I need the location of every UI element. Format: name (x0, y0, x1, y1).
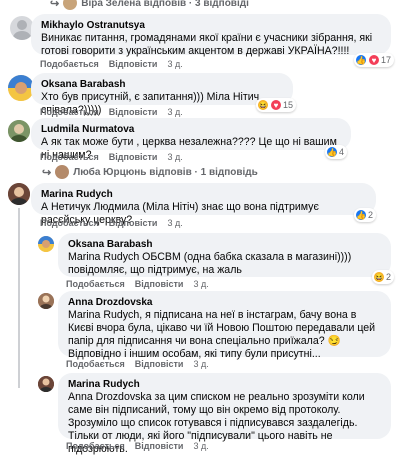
reply-button[interactable]: Відповісти (109, 59, 158, 69)
timestamp[interactable]: 3 д. (167, 152, 182, 162)
reply-button[interactable]: Відповісти (109, 218, 158, 228)
love-reaction-icon: ♥ (368, 54, 380, 66)
reaction-summary[interactable]: 👍 4 (325, 145, 348, 159)
reply-button[interactable]: Відповісти (135, 279, 184, 289)
reaction-summary[interactable]: 👍 2 (354, 208, 377, 222)
timestamp[interactable]: 3 д. (193, 359, 208, 369)
like-button[interactable]: Подобається (66, 279, 125, 289)
comment-actions: Подобається Відповісти 3 д. (40, 152, 193, 162)
comment-text: Marina Rudych ОБСВМ (одна бабка сказала … (68, 251, 352, 276)
love-reaction-icon: ♥ (270, 99, 282, 111)
thread-line (18, 208, 20, 388)
comment-author[interactable]: Ludmila Nurmatova (41, 123, 341, 136)
reply-arrow-icon: ↪ (42, 166, 52, 179)
haha-reaction-icon: 😆 (373, 271, 385, 283)
avatar[interactable] (38, 376, 54, 392)
view-replies-label: Люба Юрцюнь відповів · 1 відповідь (73, 166, 258, 178)
comment-author[interactable]: Marina Rudych (68, 378, 381, 391)
comment-author[interactable]: Marina Rudych (41, 188, 366, 201)
comment-actions: Подобається Відповісти 3 д. (66, 441, 219, 451)
view-replies-link[interactable]: ↪ Люба Юрцюнь відповів · 1 відповідь (42, 165, 258, 179)
timestamp[interactable]: 3 д. (167, 107, 182, 117)
like-button[interactable]: Подобається (40, 107, 99, 117)
reaction-count: 15 (283, 100, 294, 110)
view-replies-link[interactable]: ↪ Віра Зелена відповів · 3 відповіді (50, 0, 249, 10)
comment-actions: Подобається Відповісти 3 д. (66, 359, 219, 369)
reply-bubble: Anna Drozdovska Marina Rudych, я підписа… (58, 291, 391, 360)
comment-author[interactable]: Anna Drozdovska (68, 296, 381, 309)
like-button[interactable]: Подобається (40, 59, 99, 69)
avatar (55, 165, 70, 179)
reply-bubble: Oksana Barabash Marina Rudych ОБСВМ (одн… (58, 233, 391, 277)
reply-bubble: Marina Rudych Anna Drozdovska за цим спи… (58, 373, 391, 455)
comment-text: Marina Rudych, я підписана на неї в інст… (68, 309, 376, 360)
avatar[interactable] (8, 183, 30, 205)
avatar (63, 0, 78, 10)
like-reaction-icon: 👍 (355, 54, 367, 66)
comment-actions: Подобається Відповісти 3 д. (40, 59, 193, 69)
comment-actions: Подобається Відповісти 3 д. (40, 218, 193, 228)
comment-author[interactable]: Oksana Barabash (41, 78, 283, 91)
comment-actions: Подобається Відповісти 3 д. (66, 279, 219, 289)
view-replies-label: Віра Зелена відповів · 3 відповіді (81, 0, 249, 9)
timestamp[interactable]: 3 д. (193, 441, 208, 451)
reply-button[interactable]: Відповісти (135, 441, 184, 451)
like-button[interactable]: Подобається (66, 441, 125, 451)
reply-arrow-icon: ↪ (50, 0, 60, 10)
comment-bubble: Oksana Barabash Хто був присутній, є зап… (31, 73, 293, 116)
avatar[interactable] (8, 120, 30, 142)
avatar[interactable] (38, 236, 54, 252)
reaction-count: 17 (381, 55, 392, 65)
comment-bubble: Mikhaylo Ostranutsya Виникає питання, гр… (31, 14, 391, 57)
timestamp[interactable]: 3 д. (167, 59, 182, 69)
comment-bubble: Marina Rudych А Нетичук Людмила (Міла Ні… (31, 183, 376, 226)
haha-reaction-icon: 😆 (257, 99, 269, 111)
reaction-summary[interactable]: 😆 2 (372, 270, 395, 284)
reaction-count: 2 (368, 210, 374, 220)
reaction-summary[interactable]: 👍 ♥ 17 (354, 53, 395, 67)
reply-button[interactable]: Відповісти (109, 107, 158, 117)
comment-author[interactable]: Mikhaylo Ostranutsya (41, 19, 381, 32)
timestamp[interactable]: 3 д. (167, 218, 182, 228)
reaction-summary[interactable]: 😆 ♥ 15 (256, 98, 297, 112)
like-reaction-icon: 👍 (326, 146, 338, 158)
reply-button[interactable]: Відповісти (109, 152, 158, 162)
reaction-count: 2 (386, 272, 392, 282)
comment-author[interactable]: Oksana Barabash (68, 238, 381, 251)
like-button[interactable]: Подобається (40, 152, 99, 162)
avatar[interactable] (38, 293, 54, 309)
like-button[interactable]: Подобається (40, 218, 99, 228)
comment-bubble: Ludmila Nurmatova А як так може бути , ц… (31, 118, 351, 161)
reply-button[interactable]: Відповісти (135, 359, 184, 369)
comment-text: Виникає питання, громадянами якої країни… (41, 32, 373, 57)
like-reaction-icon: 👍 (355, 209, 367, 221)
comment-actions: Подобається Відповісти 3 д. (40, 107, 193, 117)
like-button[interactable]: Подобається (66, 359, 125, 369)
timestamp[interactable]: 3 д. (193, 279, 208, 289)
reaction-count: 4 (339, 147, 345, 157)
